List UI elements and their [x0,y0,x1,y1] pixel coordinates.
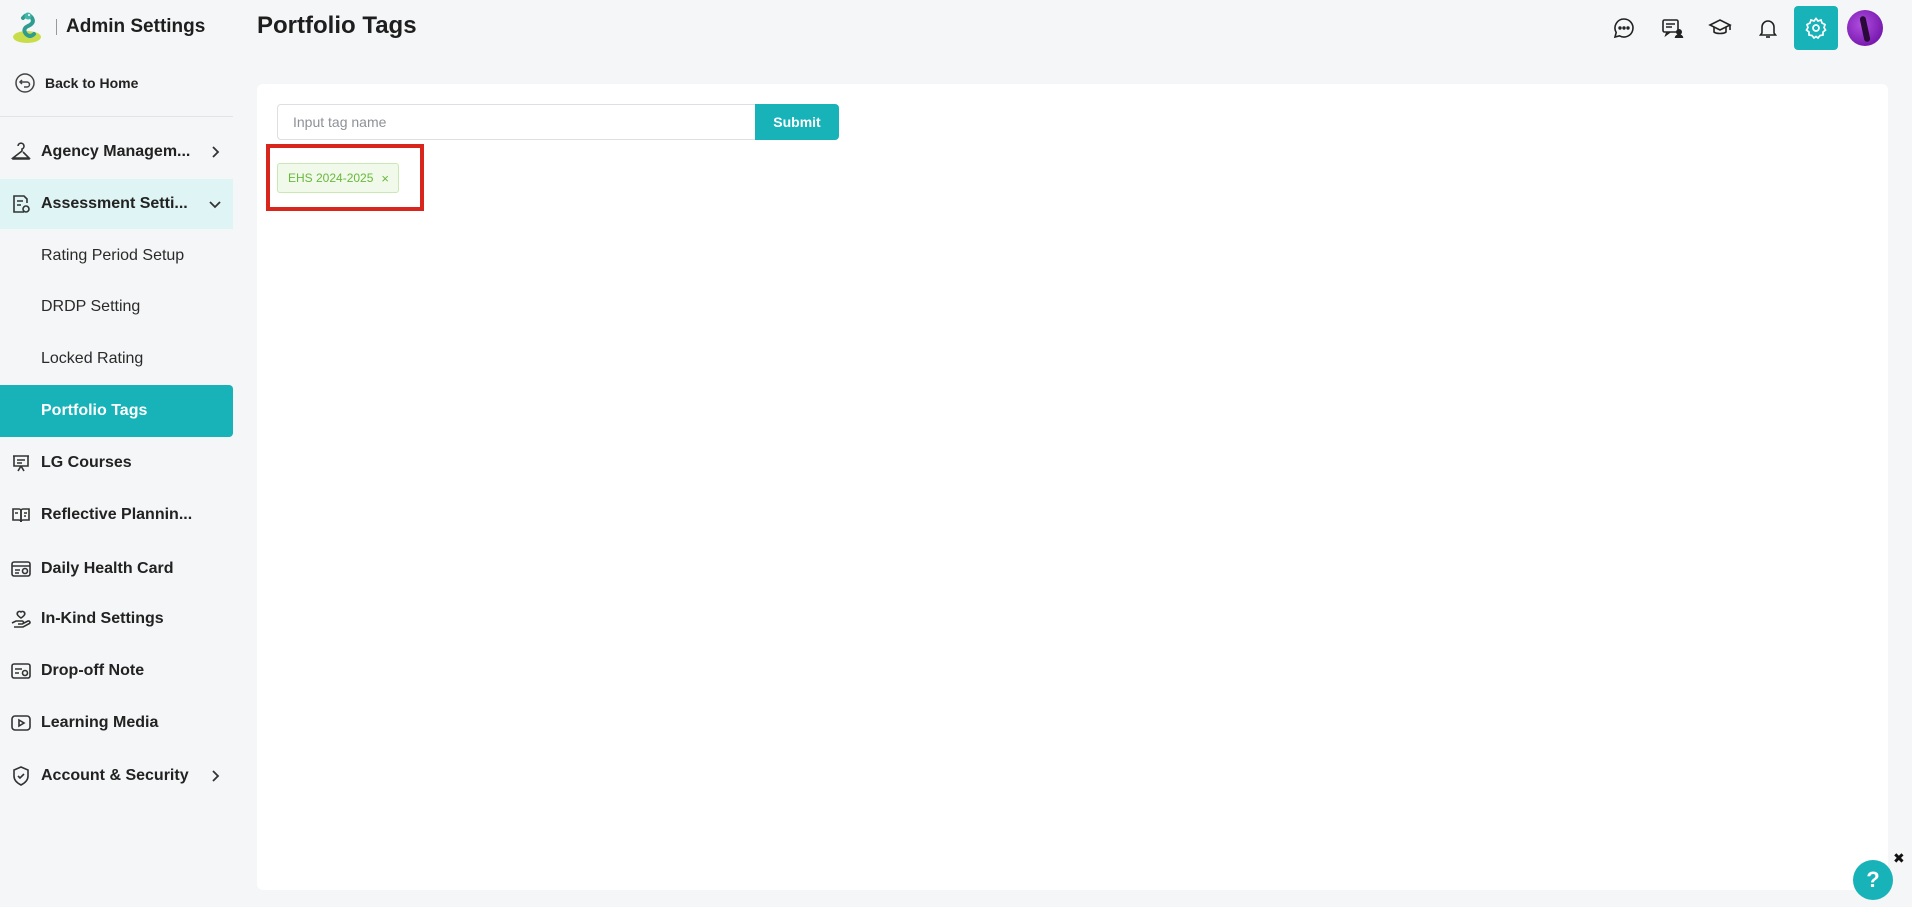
chevron-down-icon [209,201,221,209]
sidebar-item-lg-courses[interactable]: LG Courses [0,438,233,488]
sidebar-item-assessment-settings[interactable]: Assessment Setti... [0,179,233,229]
notifications-button[interactable] [1746,6,1790,50]
note-icon [11,663,31,679]
bell-icon [1758,20,1778,38]
message-board-button[interactable] [1650,6,1694,50]
sidebar-item-reflective-planning[interactable]: Reflective Plannin... [0,490,233,540]
sidebar-item-label: Agency Managem... [41,143,191,160]
sidebar-subitem-label: Locked Rating [41,350,144,367]
hanger-icon [10,142,31,160]
sidebar-subitem-rating-period-setup[interactable]: Rating Period Setup [0,230,233,282]
sidebar-item-daily-health-card[interactable]: Daily Health Card [0,544,233,594]
sidebar-item-label: In-Kind Settings [41,610,164,627]
sidebar-divider [0,116,233,117]
close-help-icon[interactable]: ✖ [1893,850,1905,867]
avatar[interactable] [1847,10,1883,46]
chat-button[interactable] [1602,6,1646,50]
sidebar-item-label: Assessment Setti... [41,195,188,212]
courses-button[interactable] [1698,6,1742,50]
sidebar-item-in-kind-settings[interactable]: In-Kind Settings [0,594,233,644]
sidebar-subitem-locked-rating[interactable]: Locked Rating [0,333,233,385]
submit-button[interactable]: Submit [755,104,839,140]
app-logo-icon [13,12,41,43]
health-card-icon [11,561,31,577]
chat-icon [1613,18,1634,39]
back-to-home-link[interactable]: Back to Home [14,70,138,96]
sidebar-item-label: Daily Health Card [41,560,174,577]
avatar-figure [1859,15,1871,43]
assessment-icon [13,195,30,213]
sidebar-subitem-portfolio-tags[interactable]: Portfolio Tags [0,385,233,437]
play-icon [11,715,31,731]
sidebar-item-drop-off-note[interactable]: Drop-off Note [0,646,233,696]
sidebar-subitem-label: Rating Period Setup [41,247,185,264]
brand: Admin Settings [10,10,205,44]
back-to-home-label: Back to Home [45,75,139,91]
sidebar-item-label: Account & Security [41,767,189,784]
remove-tag-icon[interactable]: × [381,171,389,186]
chevron-right-icon [212,770,220,782]
sidebar-item-agency-management[interactable]: Agency Managem... [0,127,233,177]
sidebar-subitem-label: DRDP Setting [41,298,141,315]
app-title: Admin Settings [66,16,206,37]
hand-heart-icon [11,610,31,628]
settings-button[interactable] [1794,6,1838,50]
sidebar-item-label: Learning Media [41,714,159,731]
gear-icon [1805,17,1827,40]
tag-chip-label: EHS 2024-2025 [288,171,374,185]
sidebar-item-account-security[interactable]: Account & Security [0,751,233,801]
chevron-right-icon [212,146,220,158]
graduation-cap-icon [1708,19,1732,35]
sidebar: Admin Settings Back to Home Agency Manag… [0,0,233,907]
sidebar-item-label: LG Courses [41,454,132,471]
shield-icon [13,766,29,786]
portfolio-tags-card: Submit EHS 2024-2025 × [257,84,1888,890]
book-icon [12,508,30,523]
page-title: Portfolio Tags [257,12,417,39]
tag-name-input[interactable] [277,104,756,140]
sidebar-subitem-drdp-setting[interactable]: DRDP Setting [0,281,233,333]
sidebar-item-label: Drop-off Note [41,662,145,679]
back-arrow-icon [15,73,35,93]
message-board-icon [1662,19,1684,39]
sidebar-subitem-label: Portfolio Tags [41,402,148,419]
tag-chip: EHS 2024-2025 × [277,163,399,193]
sidebar-item-learning-media[interactable]: Learning Media [0,698,233,748]
help-button[interactable]: ? [1853,860,1893,900]
brand-separator [56,19,57,35]
sidebar-item-label: Reflective Plannin... [41,506,193,523]
presentation-icon [13,455,29,472]
